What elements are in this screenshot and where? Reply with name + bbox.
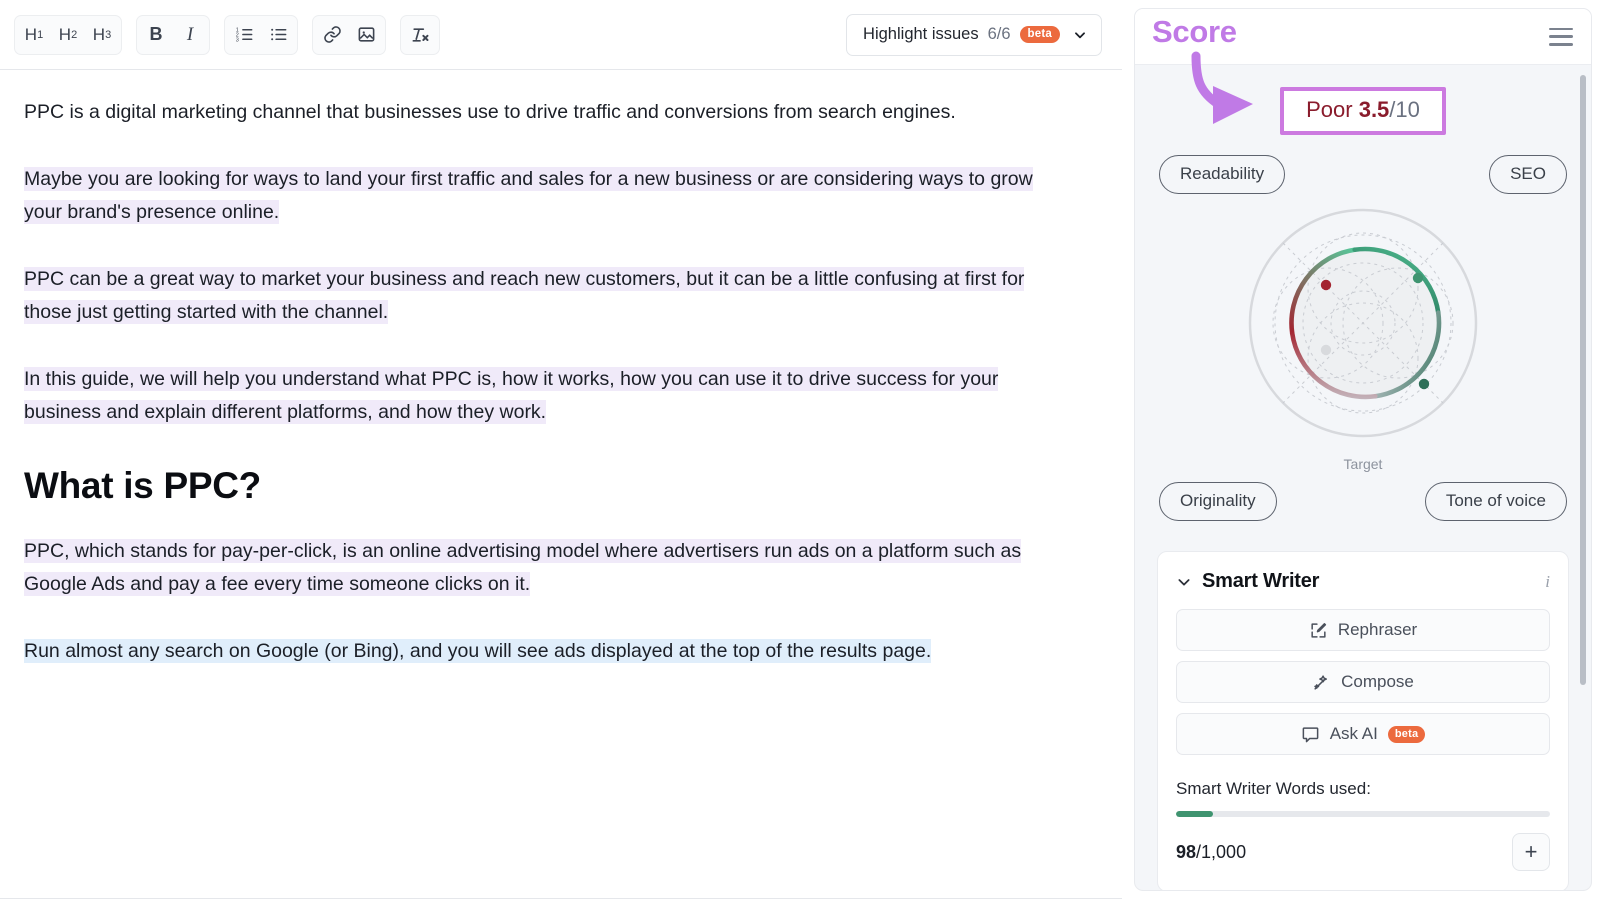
hamburger-menu-icon[interactable] <box>1549 27 1573 46</box>
smart-writer-words-label: Smart Writer Words used: <box>1176 779 1371 798</box>
h1-sub: 1 <box>37 28 44 41</box>
highlight-issues-count: 6/6 <box>987 25 1011 43</box>
rephraser-label: Rephraser <box>1337 620 1418 639</box>
h2-label: H <box>58 24 72 44</box>
paragraph: Maybe you are looking for ways to land y… <box>24 163 1070 229</box>
metric-chips-bottom: Originality Tone of voice <box>1153 482 1573 521</box>
panel-scrollbar[interactable] <box>1580 75 1586 685</box>
paragraph-text-highlighted: PPC, which stands for pay-per-click, is … <box>24 539 1022 596</box>
pencil-square-icon <box>1311 622 1326 638</box>
smart-writer-footer: 98/1,000 + <box>1176 833 1550 871</box>
ask-ai-button[interactable]: Ask AI beta <box>1176 713 1550 755</box>
radar-point-originality <box>1320 344 1332 356</box>
italic-icon[interactable]: I <box>173 18 207 52</box>
metric-chips-top: Readability SEO <box>1153 155 1573 194</box>
chip-readability[interactable]: Readability <box>1159 155 1286 194</box>
panel-header <box>1135 9 1591 65</box>
paragraph: PPC is a digital marketing channel that … <box>24 96 1070 129</box>
clear-formatting-icon[interactable] <box>403 18 437 52</box>
compose-label: Compose <box>1341 672 1414 691</box>
score-denominator: /10 <box>1389 97 1420 122</box>
score-value: 3.5 <box>1358 97 1390 122</box>
image-icon[interactable] <box>349 18 383 52</box>
toolbar-group-clear <box>400 14 440 55</box>
h1-label: H <box>24 24 38 44</box>
score-word: Poor <box>1306 97 1353 122</box>
ask-ai-label: Ask AI <box>1329 724 1378 743</box>
paragraph-text-highlighted: Maybe you are looking for ways to land y… <box>24 167 1033 224</box>
page-title: What is PPC? <box>24 465 261 506</box>
radar-target-label: Target <box>1343 456 1383 472</box>
link-icon[interactable] <box>315 18 349 52</box>
side-panel-column: Poor 3.5/10 Readability SEO Target Origi… <box>1122 0 1600 899</box>
heading-2-icon[interactable]: H2 <box>51 18 85 52</box>
paragraph: Run almost any search on Google (or Bing… <box>24 635 1070 668</box>
beta-badge: beta <box>1387 725 1426 743</box>
radar-chart-svg <box>1248 208 1478 438</box>
heading-3-icon[interactable]: H3 <box>85 18 119 52</box>
compose-button[interactable]: Compose <box>1176 661 1550 703</box>
paragraph-text-highlighted: Run almost any search on Google (or Bing… <box>24 639 932 663</box>
paragraph: In this guide, we will help you understa… <box>24 363 1070 429</box>
chevron-down-icon <box>1075 31 1085 38</box>
bold-icon[interactable]: B <box>139 18 173 52</box>
paragraph: PPC can be a great way to market your bu… <box>24 263 1070 329</box>
chip-seo[interactable]: SEO <box>1489 155 1567 194</box>
bullet-list-icon[interactable] <box>261 18 295 52</box>
radar-point-readability <box>1320 279 1332 291</box>
heading-1-icon[interactable]: H1 <box>17 18 51 52</box>
document-body[interactable]: PPC is a digital marketing channel that … <box>0 70 1122 899</box>
chip-originality[interactable]: Originality <box>1159 482 1277 521</box>
status-badge: Poor 3.5/10 <box>1280 87 1446 135</box>
paragraph-text-highlighted: PPC can be a great way to market your bu… <box>24 267 1025 324</box>
h3-sub: 3 <box>105 28 112 41</box>
app-root: H1 H2 H3 B I 1 2 3 Highlight issues 6/6 … <box>0 0 1600 899</box>
chip-tone-of-voice[interactable]: Tone of voice <box>1424 482 1567 521</box>
words-used: 98 <box>1176 841 1197 862</box>
score-row: Poor 3.5/10 <box>1153 87 1573 135</box>
svg-text:3: 3 <box>235 38 238 44</box>
panel-body: Poor 3.5/10 Readability SEO Target Origi… <box>1135 65 1591 890</box>
magic-wand-icon <box>1314 674 1328 690</box>
paragraph-text-highlighted: In this guide, we will help you understa… <box>24 367 999 424</box>
info-icon[interactable]: i <box>1545 572 1550 592</box>
editor-column: H1 H2 H3 B I 1 2 3 Highlight issues 6/6 … <box>0 0 1122 899</box>
paragraph-text: PPC is a digital marketing channel that … <box>24 101 956 123</box>
rephraser-button[interactable]: Rephraser <box>1176 609 1550 651</box>
words-count: 98/1,000 <box>1176 842 1246 863</box>
smart-writer-header[interactable]: Smart Writer i <box>1176 570 1550 593</box>
smart-writer-card: Smart Writer i Rephraser Compose Ask AI … <box>1157 551 1569 890</box>
toolbar-group-text-style: B I <box>136 14 210 55</box>
chat-bubble-icon <box>1302 726 1319 742</box>
toolbar-group-headings: H1 H2 H3 <box>14 14 122 55</box>
smart-writer-title: Smart Writer <box>1202 570 1320 592</box>
words-total: /1,000 <box>1196 841 1247 862</box>
toolbar-group-insert <box>312 14 386 55</box>
toolbar-group-lists: 1 2 3 <box>224 14 298 55</box>
score-panel: Poor 3.5/10 Readability SEO Target Origi… <box>1134 8 1592 891</box>
h2-sub: 2 <box>71 28 78 41</box>
ordered-list-icon[interactable]: 1 2 3 <box>227 18 261 52</box>
h3-label: H <box>92 24 106 44</box>
beta-badge: beta <box>1019 26 1060 43</box>
radar-point-tone <box>1418 378 1430 390</box>
words-progress-track <box>1176 811 1550 817</box>
radar-chart: Target <box>1153 198 1573 480</box>
editor-toolbar: H1 H2 H3 B I 1 2 3 Highlight issues 6/6 … <box>0 0 1122 70</box>
chevron-down-icon[interactable] <box>1176 574 1192 590</box>
add-words-button[interactable]: + <box>1512 833 1550 871</box>
paragraph: PPC, which stands for pay-per-click, is … <box>24 535 1070 601</box>
highlight-issues-label: Highlight issues <box>863 25 979 43</box>
radar-point-seo <box>1412 272 1424 284</box>
words-progress-fill <box>1176 811 1213 817</box>
highlight-issues-select[interactable]: Highlight issues 6/6 beta <box>846 13 1102 56</box>
